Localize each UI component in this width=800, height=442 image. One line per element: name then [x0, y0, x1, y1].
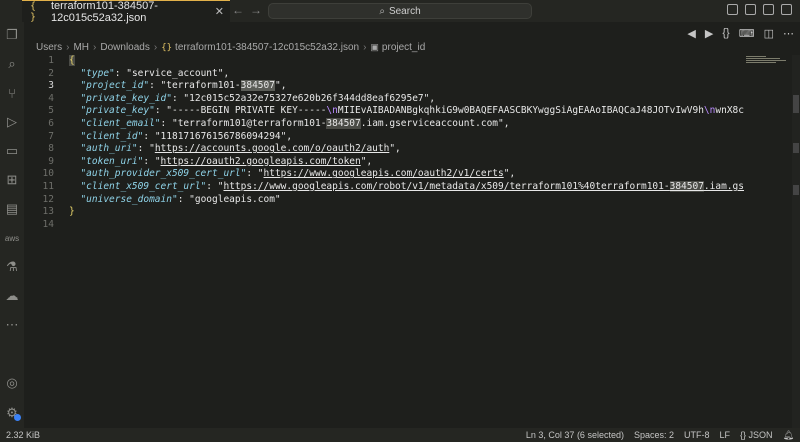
line-number: 3	[48, 80, 54, 92]
indentation[interactable]: Spaces: 2	[634, 430, 674, 441]
close-tab-icon[interactable]: ✕	[215, 5, 224, 18]
braces-icon: {}	[740, 430, 747, 440]
breadcrumb-item[interactable]: MH	[73, 42, 89, 53]
link[interactable]: https://www.googleapis.com/robot/v1/meta…	[223, 181, 669, 192]
toggle-primary-sidebar-icon[interactable]	[727, 4, 738, 15]
breadcrumb-item[interactable]: Downloads	[100, 42, 149, 53]
update-badge	[14, 414, 21, 421]
line-number: 2	[48, 67, 54, 79]
line-number: 7	[48, 130, 54, 142]
line-number: 14	[42, 218, 54, 230]
link[interactable]: https://www.googleapis.com/oauth2/v1/cer…	[264, 168, 504, 179]
breadcrumb-item[interactable]: terraform101-384507-12c015c52a32.json	[175, 42, 359, 53]
line-number: 9	[48, 155, 54, 167]
end-of-line[interactable]: LF	[720, 430, 731, 441]
more-actions-icon[interactable]: ⋯	[783, 27, 794, 40]
selection-occurrence: 384507	[669, 181, 704, 192]
toggle-panel-icon[interactable]	[745, 4, 756, 15]
json-file-icon: { }	[30, 0, 37, 23]
back-arrow-icon[interactable]: ←	[232, 3, 244, 17]
forward-arrow-icon[interactable]: →	[250, 3, 262, 17]
toggle-secondary-sidebar-icon[interactable]	[763, 4, 774, 15]
line-number: 4	[48, 92, 54, 104]
previous-change-icon[interactable]: ◀	[687, 27, 695, 40]
line-number: 6	[48, 118, 54, 129]
json-file-icon: {}	[161, 42, 173, 53]
search-sidebar-icon[interactable]: ⌕	[3, 55, 21, 73]
split-editor-icon[interactable]: ◫	[764, 27, 774, 40]
cloud-tree-icon[interactable]: ☁	[3, 287, 21, 305]
link[interactable]: https://oauth2.googleapis.com/token	[161, 156, 361, 167]
testing-icon[interactable]: ⚗	[3, 258, 21, 276]
folder-icon[interactable]: ▤	[3, 200, 21, 218]
link[interactable]: https://accounts.google.com/o/oauth2/aut…	[155, 143, 390, 154]
line-number: 1	[48, 55, 54, 66]
line-number: 10	[42, 168, 54, 180]
activity-bar: ❐ ⌕ ⑂ ▷ ▭ ⊞ ▤ aws ⚗ ☁ ⋯ ◎	[0, 22, 24, 428]
code-editor[interactable]: 1 2 3 4 5 6 7 8 9 10 11 12 13 14 { "type": "service_a…	[24, 55, 744, 428]
line-number: 13	[42, 206, 54, 218]
property-icon: ▣	[370, 42, 379, 52]
vertical-scrollbar[interactable]	[792, 55, 800, 428]
text-selection: 384507	[240, 80, 275, 92]
encoding[interactable]: UTF-8	[684, 430, 710, 441]
editor-tab[interactable]: { } terraform101-384507-12c015c52a32.jso…	[22, 0, 230, 24]
link[interactable]: .iam.gserviceaccount.c	[704, 181, 744, 192]
open-preview-icon[interactable]: ⌨	[739, 27, 755, 40]
layout-controls	[727, 4, 792, 15]
source-control-icon[interactable]: ⑂	[3, 84, 21, 102]
cursor-position[interactable]: Ln 3, Col 37 (6 selected)	[526, 430, 624, 441]
selection-occurrence: 384507	[326, 118, 361, 129]
command-center-search[interactable]: ⌕ Search	[268, 3, 532, 19]
editor-actions: ◀ ▶ {} ⌨ ◫ ⋯	[687, 27, 794, 40]
search-icon: ⌕	[379, 5, 385, 17]
explorer-icon[interactable]: ❐	[3, 26, 21, 44]
search-label: Search	[388, 5, 421, 17]
line-number: 8	[48, 143, 54, 155]
aws-icon[interactable]: aws	[3, 229, 21, 247]
run-debug-icon[interactable]: ▷	[3, 113, 21, 131]
line-number: 5	[48, 105, 54, 117]
breadcrumb: Users › MH › Downloads › {} terraform101-38…	[36, 42, 426, 53]
remote-explorer-icon[interactable]: ▭	[3, 142, 21, 160]
tab-title: terraform101-384507-12c015c52a32.json	[50, 0, 158, 24]
line-number: 11	[42, 181, 54, 192]
language-mode[interactable]: {} JSON	[740, 430, 773, 441]
manage-gear-icon[interactable]: ⚙	[3, 404, 21, 422]
file-size: 2.32 KiB	[6, 430, 41, 440]
status-bar: 2.32 KiB Ln 3, Col 37 (6 selected) Space…	[0, 428, 800, 442]
line-number: 12	[42, 193, 54, 205]
more-icon[interactable]: ⋯	[3, 316, 21, 334]
next-change-icon[interactable]: ▶	[705, 27, 713, 40]
customize-layout-icon[interactable]	[781, 4, 792, 15]
title-bar: { } terraform101-384507-12c015c52a32.jso…	[0, 0, 800, 24]
notifications-bell-icon[interactable]: 🔔︎	[783, 430, 794, 441]
minimap[interactable]	[744, 55, 792, 69]
breadcrumb-item[interactable]: project_id	[382, 42, 425, 53]
account-icon[interactable]: ◎	[3, 374, 21, 392]
breadcrumb-item[interactable]: Users	[36, 42, 62, 53]
extensions-icon[interactable]: ⊞	[3, 171, 21, 189]
json-format-icon[interactable]: {}	[722, 27, 729, 40]
